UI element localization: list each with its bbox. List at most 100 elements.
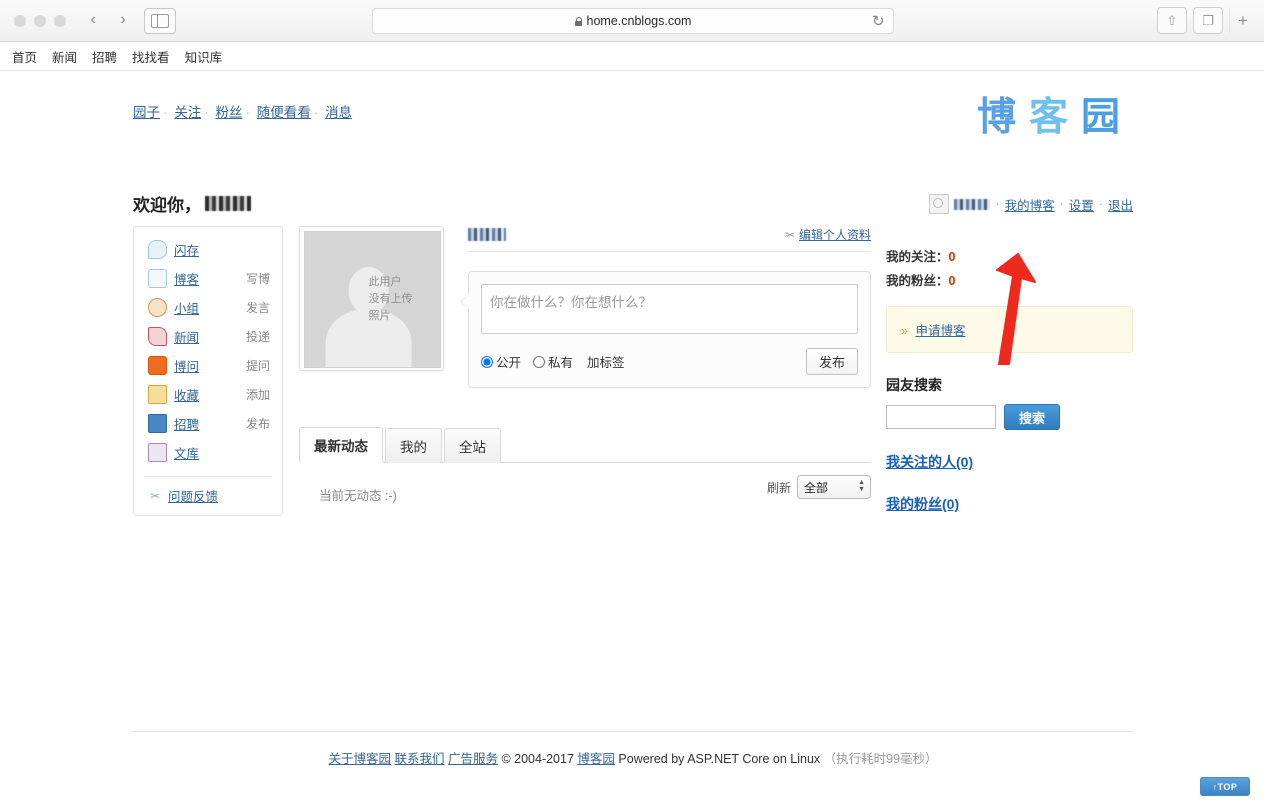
- nav-item-kb[interactable]: 知识库: [185, 47, 223, 66]
- link-my-blog[interactable]: 我的博客: [1005, 195, 1055, 214]
- sidebar-item-library[interactable]: 文库: [134, 438, 282, 467]
- sidebar-label-favorites[interactable]: 收藏: [174, 389, 199, 403]
- reload-icon[interactable]: ↻: [872, 12, 885, 30]
- sidebar-item-favorites[interactable]: 收藏 添加: [134, 380, 282, 409]
- sidebar-item-group[interactable]: 小组 发言: [134, 293, 282, 322]
- maximize-window-button[interactable]: [54, 15, 66, 27]
- profile-avatar[interactable]: 此用户 没有上传 照片: [299, 226, 444, 371]
- my-followers-link-wrap: 我的粉丝(0): [886, 494, 1133, 514]
- sep: ·: [245, 105, 251, 120]
- nav-item-browse[interactable]: 找找看: [132, 47, 170, 66]
- cnblogs-logo[interactable]: 博客园: [977, 86, 1133, 142]
- sidebar-action-qa[interactable]: 提问: [246, 357, 270, 374]
- welcome-message: 欢迎你，: [133, 191, 251, 216]
- link-browse[interactable]: 随便看看: [257, 105, 311, 120]
- radio-private-input[interactable]: [533, 355, 546, 368]
- sep: ·: [1098, 197, 1103, 211]
- link-messages[interactable]: 消息: [325, 105, 352, 120]
- forward-icon[interactable]: ›: [108, 6, 138, 34]
- share-icon[interactable]: ⇧: [1157, 7, 1187, 34]
- redacted-username-profile: [468, 228, 506, 241]
- sidebar-item-feedback[interactable]: ✂ 问题反馈: [134, 484, 282, 509]
- sidebar-label-shancun[interactable]: 闪存: [174, 244, 199, 258]
- minimize-window-button[interactable]: [34, 15, 46, 27]
- link-yuanzi[interactable]: 园子: [133, 105, 160, 120]
- sidebar-label-jobs[interactable]: 招聘: [174, 418, 199, 432]
- feed-filter-select[interactable]: 全部 ▲ ▼: [797, 475, 871, 499]
- sidebar-action-jobs[interactable]: 发布: [246, 415, 270, 432]
- browser-toolbar: ‹ › home.cnblogs.com ↻ ⇧ ❐ +: [0, 0, 1264, 42]
- link-settings[interactable]: 设置: [1069, 195, 1094, 214]
- sidebar-action-blog[interactable]: 写博: [246, 270, 270, 287]
- sidebar-label-feedback[interactable]: 问题反馈: [168, 486, 218, 505]
- edit-profile-link[interactable]: 编辑个人资料: [799, 226, 871, 243]
- tab-all-site[interactable]: 全站: [444, 428, 501, 463]
- sidebar-label-library[interactable]: 文库: [174, 447, 199, 461]
- radio-public-input[interactable]: [481, 355, 493, 368]
- apply-blog-box: » 申请博客: [886, 306, 1133, 353]
- status-input[interactable]: [481, 284, 858, 334]
- sidebar-action-group[interactable]: 发言: [246, 299, 270, 316]
- sidebar-label-blog[interactable]: 博客: [174, 273, 199, 287]
- sidebar-label-news[interactable]: 新闻: [174, 331, 199, 345]
- sep: ·: [313, 105, 319, 120]
- nav-item-jobs[interactable]: 招聘: [92, 47, 117, 66]
- welcome-label: 欢迎你，: [133, 196, 201, 215]
- status-header: ✂ 编辑个人资料: [468, 226, 871, 252]
- tab-mine[interactable]: 我的: [385, 428, 442, 463]
- sidebar-item-news[interactable]: 新闻 投递: [134, 322, 282, 351]
- nav-item-news[interactable]: 新闻: [52, 47, 77, 66]
- sidebar-item-qa[interactable]: 博问 提问: [134, 351, 282, 380]
- footer-exec-time: （执行耗时99毫秒）: [823, 752, 938, 766]
- radio-public[interactable]: 公开: [481, 352, 521, 371]
- sep: ·: [163, 105, 168, 120]
- avatar[interactable]: [929, 194, 950, 214]
- back-icon[interactable]: ‹: [78, 6, 108, 34]
- following-people-link[interactable]: 我关注的人(0): [886, 454, 973, 470]
- chat-bubble-icon: [148, 240, 167, 259]
- sidebar-item-blog[interactable]: 博客 写博: [134, 264, 282, 293]
- user-account-bar: · 我的博客 · 设置 · 退出: [929, 194, 1133, 214]
- toolbar-right-buttons: ⇧ ❐ +: [1157, 7, 1256, 34]
- footer-brand-link[interactable]: 博客园: [577, 752, 615, 766]
- link-following[interactable]: 关注: [174, 105, 201, 120]
- sidebar-label-qa[interactable]: 博问: [174, 360, 199, 374]
- my-followers-link[interactable]: 我的粉丝(0): [886, 496, 959, 512]
- user-top-links: 园子 · 关注 · 粉丝 · 随便看看 · 消息: [133, 101, 352, 121]
- friend-search-input[interactable]: [886, 405, 996, 429]
- sidebar-action-favorites[interactable]: 添加: [246, 386, 270, 403]
- add-tag-button[interactable]: 加标签: [587, 352, 625, 371]
- sidebar-action-news[interactable]: 投递: [246, 328, 270, 345]
- radio-private[interactable]: 私有: [533, 352, 573, 371]
- main-column: 此用户 没有上传 照片 ✂ 编辑个人资料 你在做什么？你在想什么？ 公开 私有 …: [299, 226, 871, 504]
- sidebar-item-shancun[interactable]: 闪存: [134, 235, 282, 264]
- window-traffic-lights[interactable]: [14, 15, 66, 27]
- publish-button[interactable]: 发布: [806, 348, 858, 375]
- apply-blog-link[interactable]: 申请博客: [915, 324, 965, 338]
- sidebar-item-jobs[interactable]: 招聘 发布: [134, 409, 282, 438]
- logo-char-1: 博: [976, 95, 1029, 140]
- sidebar-label-group[interactable]: 小组: [174, 302, 199, 316]
- nav-item-home[interactable]: 首页: [12, 47, 37, 66]
- address-bar[interactable]: home.cnblogs.com: [372, 8, 894, 34]
- new-tab-icon[interactable]: +: [1229, 8, 1256, 33]
- close-window-button[interactable]: [14, 15, 26, 27]
- redacted-username-small: [954, 198, 991, 210]
- sidebar-toggle-icon[interactable]: [144, 8, 176, 34]
- tabs-overview-icon[interactable]: ❐: [1193, 7, 1223, 34]
- question-q-icon: [148, 356, 167, 375]
- link-fans[interactable]: 粉丝: [216, 105, 243, 120]
- avatar-text-line-2: 没有上传: [368, 293, 413, 305]
- page-footer: 关于博客园 联系我们 广告服务 © 2004-2017 博客园 Powered …: [133, 731, 1133, 767]
- scroll-to-top-button[interactable]: ↑TOP: [1200, 777, 1250, 796]
- tab-latest[interactable]: 最新动态: [299, 427, 383, 463]
- footer-link-about[interactable]: 关于博客园: [328, 752, 391, 766]
- footer-link-contact[interactable]: 联系我们: [394, 752, 444, 766]
- footer-link-ads[interactable]: 广告服务: [448, 752, 498, 766]
- briefcase-icon: [148, 414, 167, 433]
- refresh-label[interactable]: 刷新: [767, 479, 791, 496]
- link-logout[interactable]: 退出: [1108, 195, 1133, 214]
- sidebar-glyph: [151, 14, 169, 28]
- friend-search-button[interactable]: 搜索: [1004, 404, 1060, 430]
- stat-following: 我的关注：0: [886, 246, 1133, 265]
